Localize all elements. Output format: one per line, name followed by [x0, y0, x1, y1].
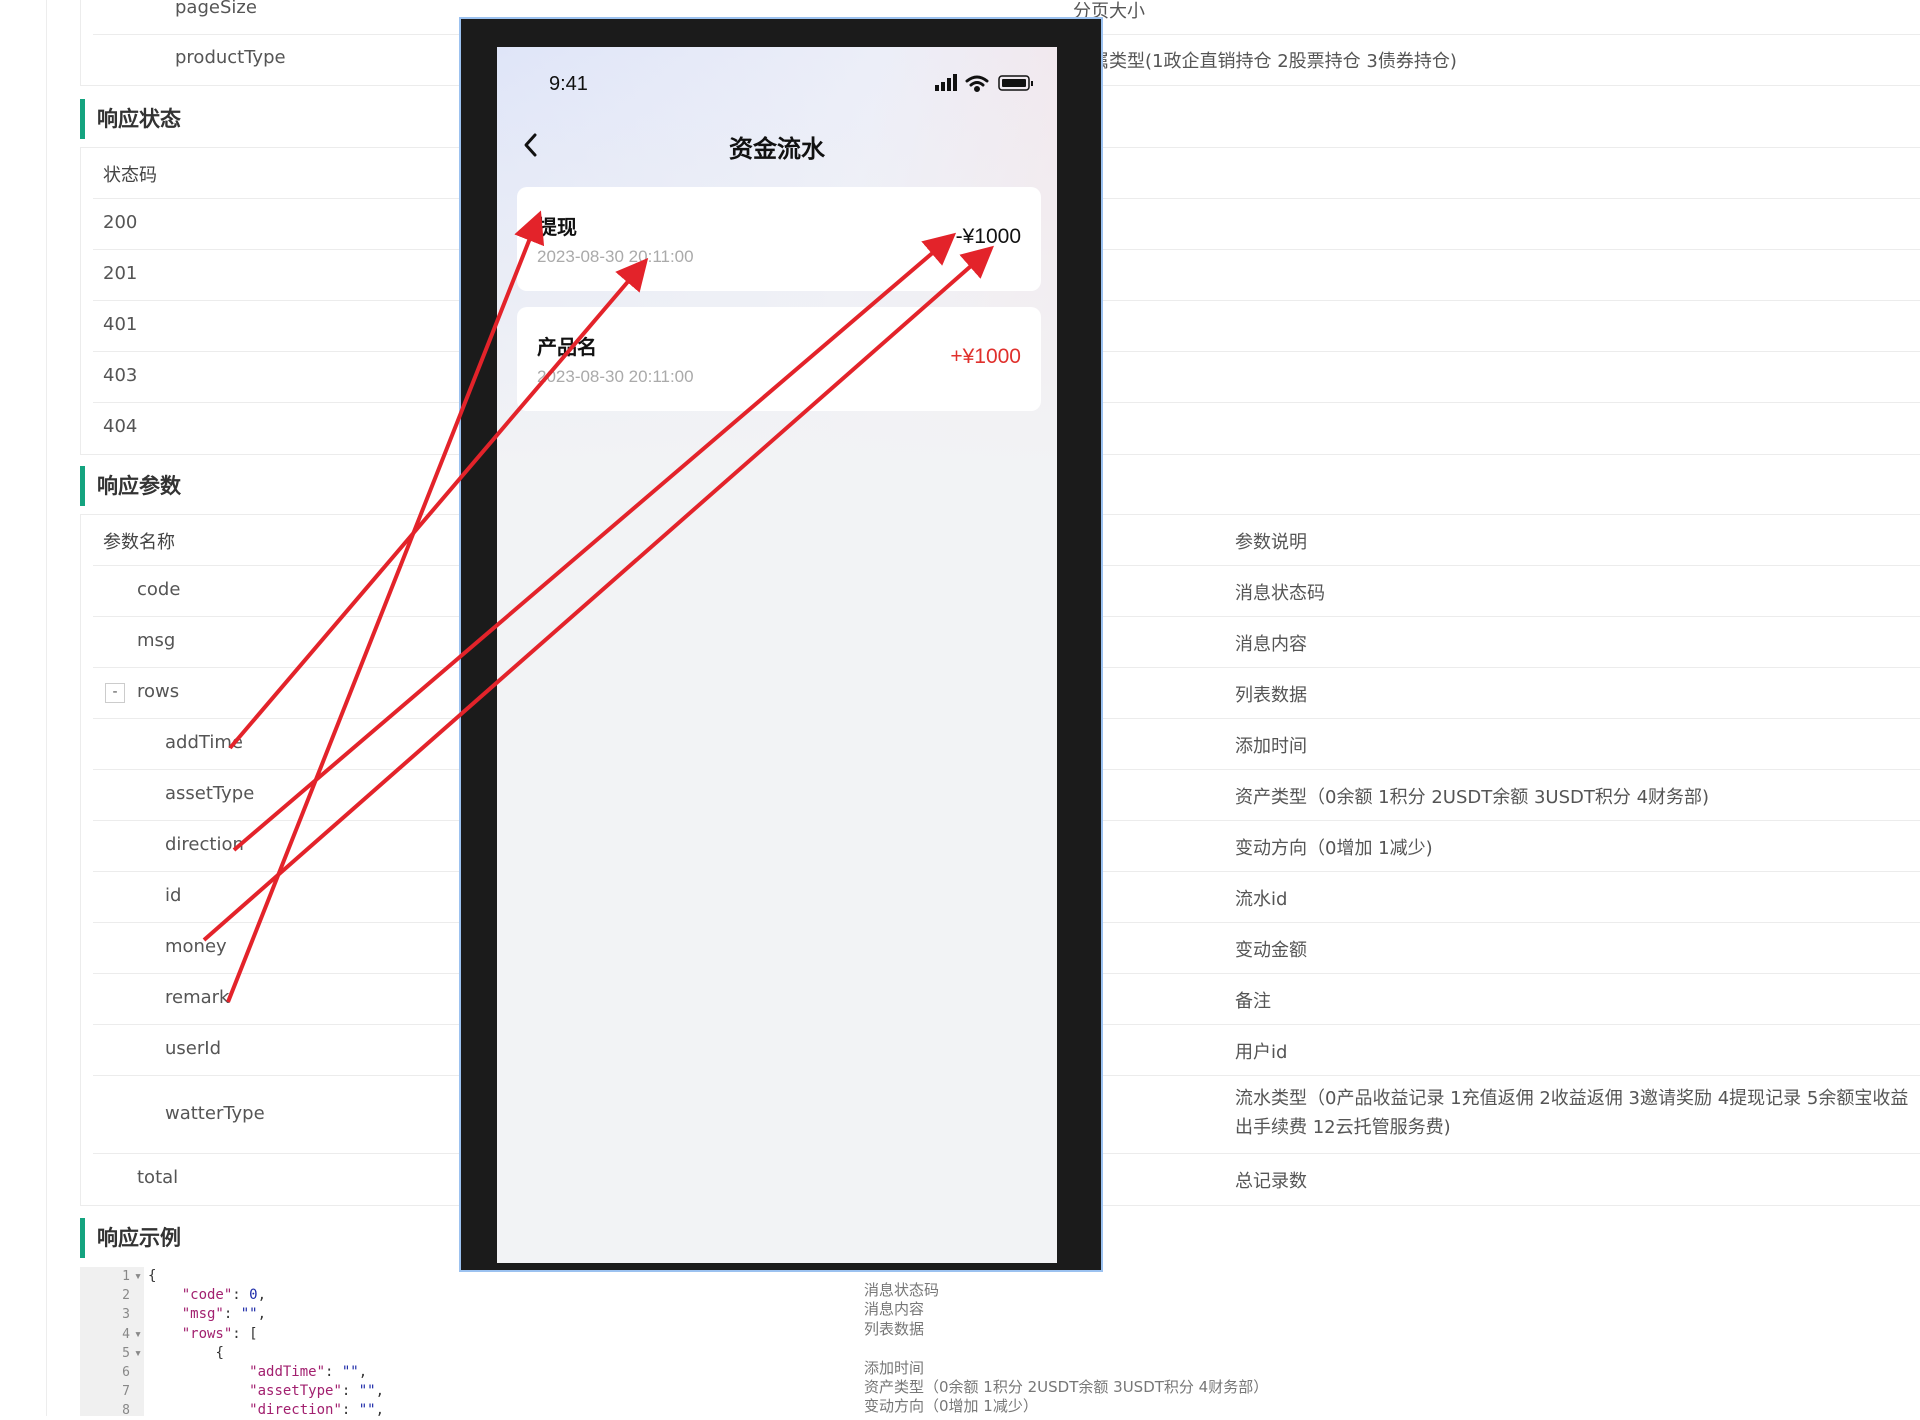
arrow-direction-to-amount [232, 232, 957, 852]
arrow-money-to-amount [202, 245, 995, 942]
annotation-arrows [202, 210, 995, 1003]
arrow-remark-to-title [226, 210, 545, 1003]
